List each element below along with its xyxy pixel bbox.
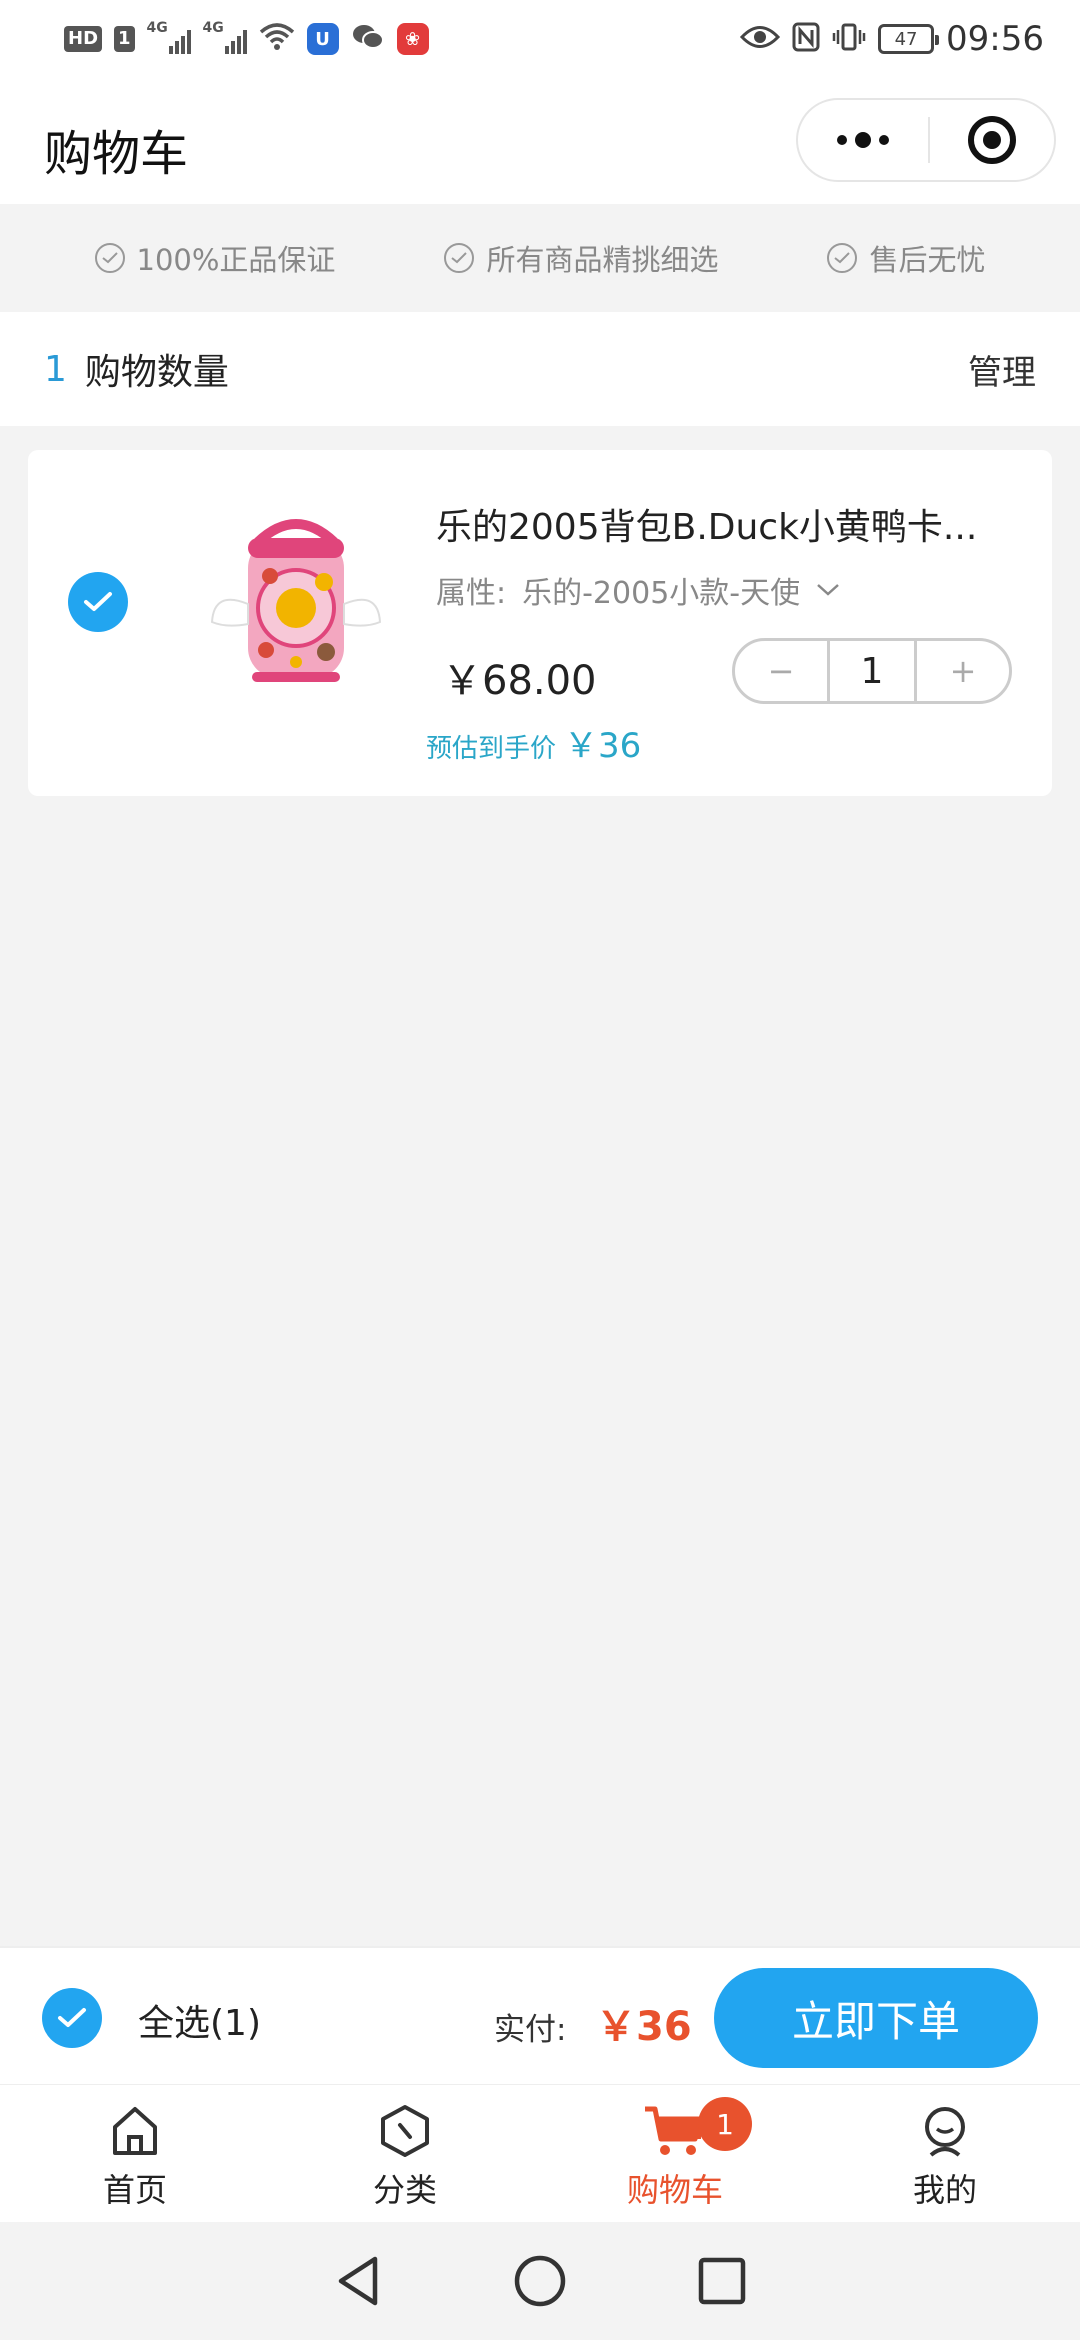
place-order-button[interactable]: 立即下单 (714, 1968, 1038, 2068)
home-circle-icon[interactable] (513, 2254, 567, 2308)
cart-count: 1 (44, 348, 67, 390)
more-dot-icon (855, 132, 871, 148)
quantity-value[interactable]: 1 (827, 641, 917, 701)
tab-bar: 首页 分类 1 购物车 我的 (0, 2084, 1080, 2222)
quantity-stepper: − 1 + (732, 638, 1012, 704)
close-button[interactable] (930, 116, 1054, 164)
increase-button[interactable]: + (917, 641, 1009, 701)
status-right: 47 09:56 (739, 19, 1044, 59)
page-title: 购物车 (44, 126, 189, 182)
decrease-button[interactable]: − (735, 641, 827, 701)
estimate-value: ￥36 (564, 726, 642, 766)
cart-count-group: 1 购物数量 (44, 343, 229, 395)
guarantee-label: 售后无忧 (869, 243, 986, 277)
guarantee-strip: 100%正品保证 所有商品精挑细选 售后无忧 (0, 204, 1080, 312)
check-circle-icon (827, 243, 858, 273)
manage-button[interactable]: 管理 (968, 345, 1036, 394)
attribute-value: 乐的-2005小款-天使 (522, 576, 801, 611)
signal-icon-2: 4G (203, 20, 247, 54)
recents-icon[interactable] (697, 2256, 747, 2306)
select-all-label[interactable]: 全选(1) (138, 1994, 261, 2046)
close-target-icon (968, 116, 1016, 164)
pay-label: 实付: (494, 2012, 567, 2048)
app-notification-icon: U (306, 23, 339, 55)
product-title[interactable]: 乐的2005背包B.Duck小黄鸭卡... (436, 498, 1026, 550)
checkmark-icon (84, 592, 112, 611)
tab-label: 购物车 (626, 2171, 723, 2209)
tab-label: 分类 (372, 2171, 437, 2209)
back-icon[interactable] (333, 2253, 383, 2309)
product-attribute-selector[interactable]: 属性: 乐的-2005小款-天使 (436, 568, 840, 612)
vibrate-icon (832, 22, 866, 56)
status-left: HD 1 4G 4G U ❀ (64, 20, 429, 56)
cart-icon (645, 2106, 704, 2155)
select-all-checkbox[interactable] (42, 1988, 102, 2048)
signal-icon: 4G (147, 20, 191, 54)
status-bar: HD 1 4G 4G U ❀ 47 09:56 (0, 0, 1080, 78)
guarantee-item: 所有商品精挑细选 (444, 237, 718, 279)
tab-profile[interactable]: 我的 (810, 2085, 1080, 2222)
home-icon (113, 2107, 157, 2155)
wifi-icon (259, 22, 295, 56)
mini-program-capsule (796, 98, 1056, 182)
shopping-app-icon: ❀ (396, 23, 429, 55)
check-circle-icon (94, 243, 125, 273)
hd-badge: HD (64, 26, 103, 52)
product-image[interactable] (196, 512, 396, 692)
checkout-bar: 全选(1) 实付: ￥36 立即下单 (0, 1946, 1080, 2084)
tab-home[interactable]: 首页 (0, 2085, 270, 2222)
chevron-down-icon (817, 584, 839, 596)
guarantee-item: 售后无忧 (827, 237, 985, 279)
product-price: ￥68.00 (442, 658, 597, 704)
guarantee-label: 100%正品保证 (136, 243, 336, 277)
nfc-icon (792, 22, 820, 56)
cart-item: 乐的2005背包B.Duck小黄鸭卡... 属性: 乐的-2005小款-天使 ￥… (28, 450, 1052, 796)
checkmark-icon (58, 2008, 86, 2027)
item-select-checkbox[interactable] (68, 572, 128, 632)
title-bar: 购物车 (0, 78, 1080, 204)
pay-total: ￥36 (596, 2004, 692, 2050)
attribute-label: 属性: (436, 576, 507, 611)
category-icon (381, 2105, 429, 2157)
tab-cart[interactable]: 1 购物车 (540, 2085, 810, 2222)
more-dot-icon (837, 135, 847, 145)
profile-icon (925, 2107, 965, 2157)
more-button[interactable] (798, 100, 928, 180)
eye-icon (739, 24, 781, 54)
wechat-icon (351, 22, 385, 56)
guarantee-label: 所有商品精挑细选 (486, 243, 719, 277)
tab-category[interactable]: 分类 (270, 2085, 540, 2222)
more-dot-icon (879, 135, 889, 145)
estimated-price: 预估到手价 ￥36 (426, 718, 641, 767)
guarantee-item: 100%正品保证 (94, 237, 336, 279)
estimate-label: 预估到手价 (426, 734, 557, 764)
cart-count-label: 购物数量 (84, 352, 229, 393)
cart-header: 1 购物数量 管理 (0, 312, 1080, 426)
tab-label: 我的 (912, 2171, 977, 2209)
clock: 09:56 (946, 19, 1044, 59)
system-navigation (0, 2222, 1080, 2340)
tab-label: 首页 (102, 2171, 167, 2209)
battery-icon: 47 (878, 24, 940, 54)
check-circle-icon (444, 243, 475, 273)
sim-badge: 1 (114, 26, 135, 52)
cart-badge: 1 (698, 2097, 752, 2151)
